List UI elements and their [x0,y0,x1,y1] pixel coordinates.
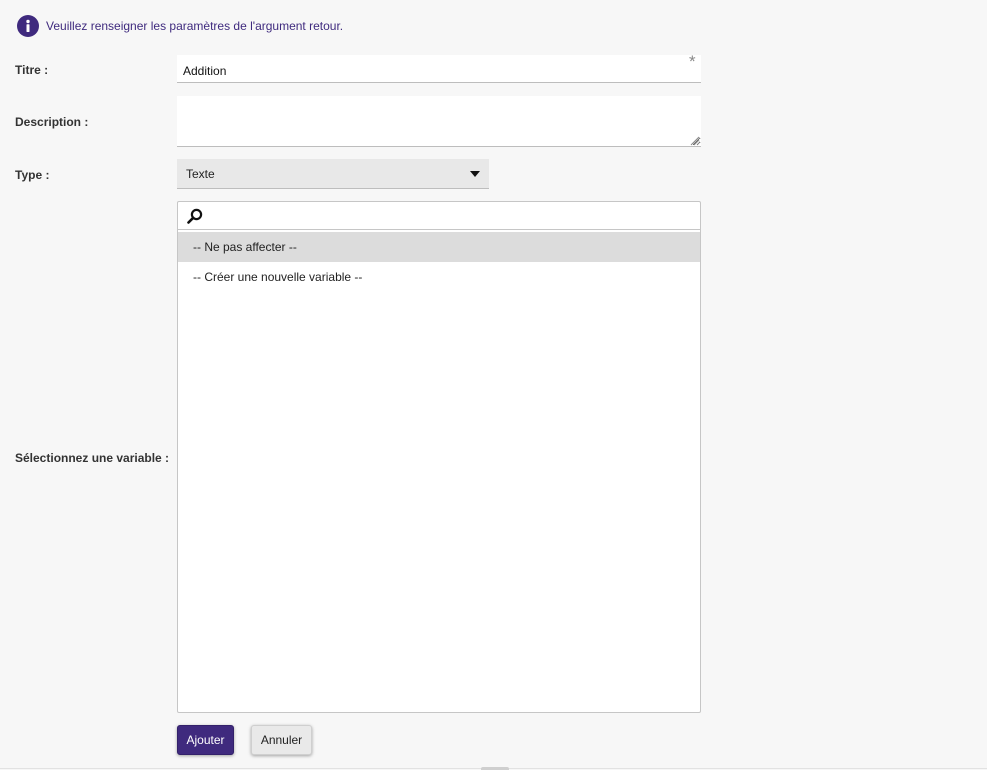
required-marker: * [689,52,696,71]
info-message: Veuillez renseigner les paramètres de l'… [46,19,344,33]
info-banner: Veuillez renseigner les paramètres de l'… [17,14,343,38]
variable-search-input[interactable] [208,204,692,228]
return-argument-form: Veuillez renseigner les paramètres de l'… [0,0,987,770]
type-label: Type : [15,168,50,182]
title-input[interactable] [177,55,701,83]
resize-handle-icon[interactable] [689,135,700,149]
variable-options: -- Ne pas affecter -- -- Créer une nouve… [178,232,700,292]
description-label: Description : [15,115,89,129]
description-textarea[interactable] [177,96,701,147]
type-select[interactable]: Texte [177,159,489,189]
search-icon [187,208,203,227]
option-creer-nouvelle-variable[interactable]: -- Créer une nouvelle variable -- [178,262,700,292]
variable-listbox: -- Ne pas affecter -- -- Créer une nouve… [177,201,701,713]
info-icon [17,15,39,37]
type-selected-value: Texte [186,166,215,181]
variable-search-row [178,202,700,230]
add-button[interactable]: Ajouter [177,725,234,755]
variable-label: Sélectionnez une variable : [15,451,170,465]
option-ne-pas-affecter[interactable]: -- Ne pas affecter -- [178,232,700,262]
title-label: Titre : [15,63,49,77]
caret-down-icon [470,171,480,177]
cancel-button[interactable]: Annuler [251,725,312,755]
